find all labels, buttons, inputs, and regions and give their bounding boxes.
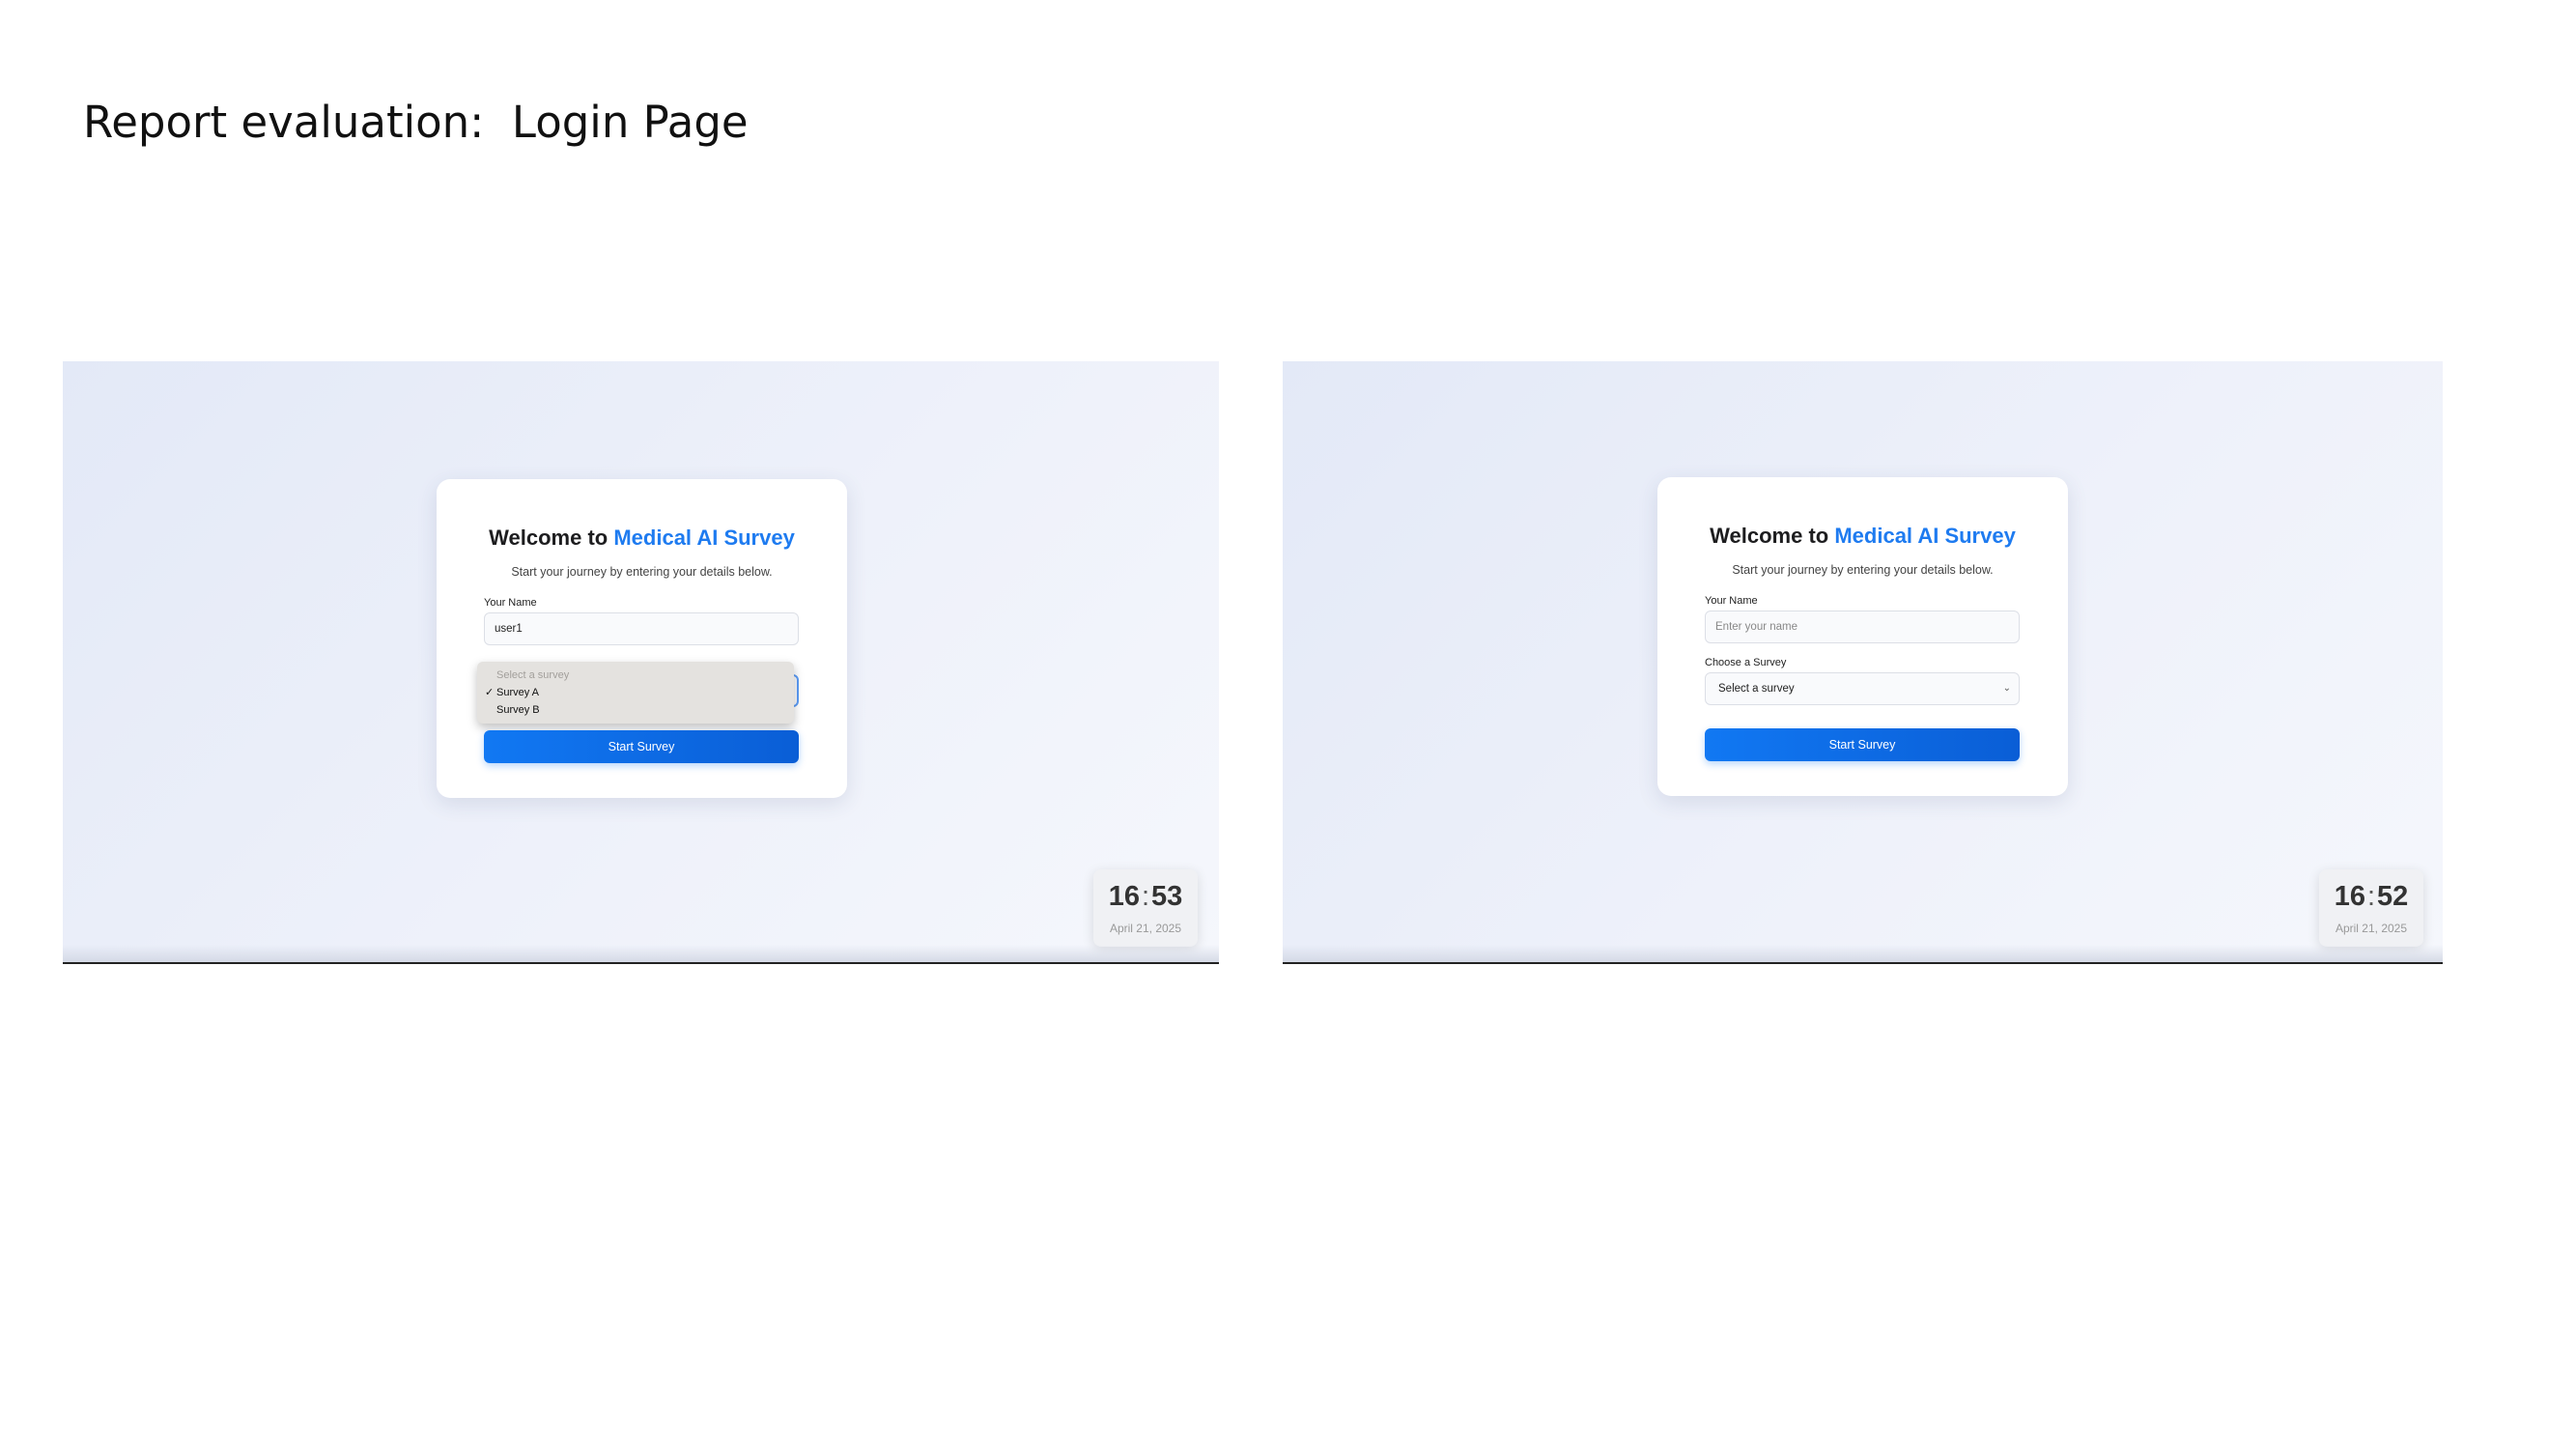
chevron-down-icon: ⌄ [2002, 683, 2011, 694]
clock-widget: 16:53 April 21, 2025 [1093, 869, 1198, 947]
subtitle: Start your journey by entering your deta… [1732, 563, 1994, 577]
welcome-heading: Welcome to Medical AI Survey [437, 526, 847, 551]
welcome-prefix: Welcome to [489, 526, 614, 550]
survey-select[interactable]: Select a survey ⌄ [1705, 672, 2020, 705]
slide-title: Report evaluation: Login Page [83, 97, 749, 148]
dropdown-option-survey-a[interactable]: Survey A [496, 687, 539, 698]
login-card: Welcome to Medical AI Survey Start your … [1657, 477, 2068, 796]
clock-separator: : [2366, 881, 2376, 912]
name-input[interactable]: Enter your name [1705, 611, 2020, 643]
login-screenshot-dropdown-open: Welcome to Medical AI Survey Start your … [63, 361, 1219, 964]
clock-time: 16:53 [1093, 881, 1198, 913]
survey-label: Choose a Survey [1705, 657, 1787, 668]
subtitle: Start your journey by entering your deta… [511, 565, 773, 579]
welcome-heading: Welcome to Medical AI Survey [1657, 524, 2068, 549]
clock-minutes: 52 [2377, 881, 2409, 912]
login-screenshot-default: Welcome to Medical AI Survey Start your … [1283, 361, 2443, 964]
clock-time: 16:52 [2319, 881, 2423, 913]
dropdown-option-survey-b[interactable]: Survey B [496, 704, 540, 716]
clock-hours: 16 [2334, 881, 2365, 912]
clock-separator: : [1141, 881, 1150, 912]
check-icon: ✓ [485, 687, 495, 698]
name-input[interactable]: user1 [484, 612, 799, 645]
clock-hours: 16 [1108, 881, 1140, 912]
clock-widget: 16:52 April 21, 2025 [2319, 869, 2423, 947]
welcome-prefix: Welcome to [1710, 524, 1835, 548]
name-label: Your Name [484, 597, 537, 609]
clock-date: April 21, 2025 [1109, 922, 1182, 935]
start-survey-button[interactable]: Start Survey [1705, 728, 2020, 761]
start-survey-button[interactable]: Start Survey [484, 730, 799, 763]
brand-name: Medical AI Survey [1834, 524, 2016, 548]
brand-name: Medical AI Survey [613, 526, 795, 550]
survey-dropdown-menu: Select a survey ✓ Survey A Survey B [477, 662, 794, 724]
login-card: Welcome to Medical AI Survey Start your … [437, 479, 847, 798]
name-label: Your Name [1705, 595, 1758, 607]
clock-date: April 21, 2025 [2335, 922, 2408, 935]
clock-minutes: 53 [1151, 881, 1183, 912]
survey-select-value: Select a survey [1718, 683, 1795, 695]
dropdown-placeholder: Select a survey [496, 669, 570, 681]
